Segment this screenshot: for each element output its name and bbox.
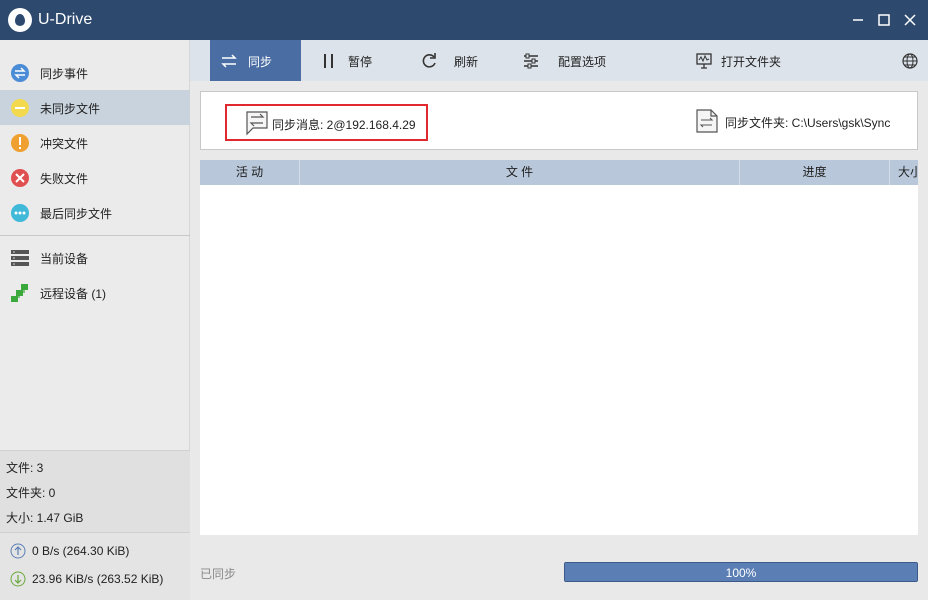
- download-speed-row: 23.96 KiB/s (263.52 KiB): [10, 571, 163, 587]
- unsynced-icon: [10, 98, 30, 118]
- sidebar-item-label: 失败文件: [40, 172, 89, 186]
- failed-icon: [10, 168, 30, 188]
- options-icon: [522, 52, 540, 70]
- stat-files: 文件: 3: [6, 461, 44, 475]
- sidebar-item-label: 最后同步文件: [40, 207, 113, 221]
- refresh-button-label: 刷新: [454, 55, 479, 69]
- sidebar-item-label: 当前设备: [40, 252, 89, 266]
- stat-folders: 文件夹: 0: [6, 486, 56, 500]
- stats-panel: 文件: 3 文件夹: 0 大小: 1.47 GiB: [0, 450, 190, 532]
- sidebar-item-remote-device[interactable]: 远程设备 (1): [0, 275, 190, 310]
- column-activity[interactable]: 活 动: [200, 160, 300, 185]
- sync-button-label: 同步: [248, 55, 273, 69]
- maximize-icon[interactable]: [874, 10, 894, 30]
- sidebar-item-failed[interactable]: 失败文件: [0, 160, 190, 195]
- refresh-icon: [420, 52, 438, 70]
- app-logo-icon: [8, 8, 32, 32]
- minimize-icon[interactable]: [848, 10, 868, 30]
- globe-button[interactable]: [898, 40, 922, 81]
- sidebar-item-label: 未同步文件: [40, 102, 101, 116]
- upload-speed-row: 0 B/s (264.30 KiB): [10, 543, 129, 559]
- sidebar-item-label: 远程设备 (1): [40, 287, 107, 301]
- last-synced-icon: [10, 203, 30, 223]
- open-folder-button[interactable]: 打开文件夹: [685, 40, 795, 81]
- sync-status: 已同步: [200, 567, 237, 581]
- sync-progress-bar: 100%: [564, 562, 918, 582]
- sync-button[interactable]: 同步: [210, 40, 301, 81]
- open-folder-button-label: 打开文件夹: [721, 55, 782, 69]
- speed-panel: 0 B/s (264.30 KiB) 23.96 KiB/s (263.52 K…: [0, 532, 190, 600]
- pause-icon: [320, 52, 338, 70]
- column-file[interactable]: 文 件: [300, 160, 740, 185]
- stat-size: 大小: 1.47 GiB: [6, 511, 84, 525]
- sidebar-item-current-device[interactable]: 当前设备: [0, 240, 190, 275]
- sidebar-item-last-synced[interactable]: 最后同步文件: [0, 195, 190, 230]
- toolbar: 同步 暂停 刷新 配置选项 打开文件夹: [190, 40, 928, 81]
- sync-message-text: 同步消息: 2@192.168.4.29: [272, 118, 416, 132]
- sync-table: 活 动 文 件 进度 大小: [200, 160, 918, 535]
- sync-folder-icon: [695, 108, 719, 134]
- progress-label: 100%: [725, 566, 757, 580]
- sync-message-box: 同步消息: 2@192.168.4.29: [225, 104, 428, 141]
- pause-button[interactable]: 暂停: [310, 40, 400, 81]
- download-speed: 23.96 KiB/s (263.52 KiB): [32, 572, 164, 586]
- column-progress[interactable]: 进度: [740, 160, 890, 185]
- sidebar-item-sync-events[interactable]: 同步事件: [0, 55, 190, 90]
- monitor-icon: [695, 52, 713, 70]
- sync-icon: [220, 52, 238, 70]
- sidebar-item-label: 冲突文件: [40, 137, 89, 151]
- column-size[interactable]: 大小: [890, 160, 918, 185]
- sync-message-icon: [245, 108, 271, 136]
- sync-info-panel: 同步消息: 2@192.168.4.29 同步文件夹: C:\Users\gsk…: [200, 91, 918, 150]
- options-button[interactable]: 配置选项: [510, 40, 620, 81]
- sidebar-divider: [0, 235, 190, 236]
- sync-folder-text: 同步文件夹: C:\Users\gsk\Sync: [725, 116, 891, 130]
- close-icon[interactable]: [900, 10, 920, 30]
- sync-events-icon: [10, 63, 30, 83]
- app-title: U-Drive: [38, 11, 93, 28]
- options-button-label: 配置选项: [558, 55, 607, 69]
- conflict-icon: [10, 133, 30, 153]
- pause-button-label: 暂停: [348, 55, 373, 69]
- download-icon: [10, 571, 26, 587]
- title-bar: U-Drive: [0, 0, 928, 40]
- sidebar-item-conflict[interactable]: 冲突文件: [0, 125, 190, 160]
- sidebar: 同步事件 未同步文件 冲突文件 失败文件 最后同步文件 当前设备 远程设备 (1…: [0, 40, 190, 600]
- server-icon: [10, 248, 30, 268]
- refresh-button[interactable]: 刷新: [410, 40, 500, 81]
- sidebar-item-unsynced[interactable]: 未同步文件: [0, 90, 190, 125]
- table-header: 活 动 文 件 进度 大小: [200, 160, 918, 185]
- globe-icon: [901, 52, 919, 70]
- sidebar-item-label: 同步事件: [40, 67, 89, 81]
- upload-speed: 0 B/s (264.30 KiB): [32, 544, 130, 558]
- network-icon: [10, 283, 30, 303]
- upload-icon: [10, 543, 26, 559]
